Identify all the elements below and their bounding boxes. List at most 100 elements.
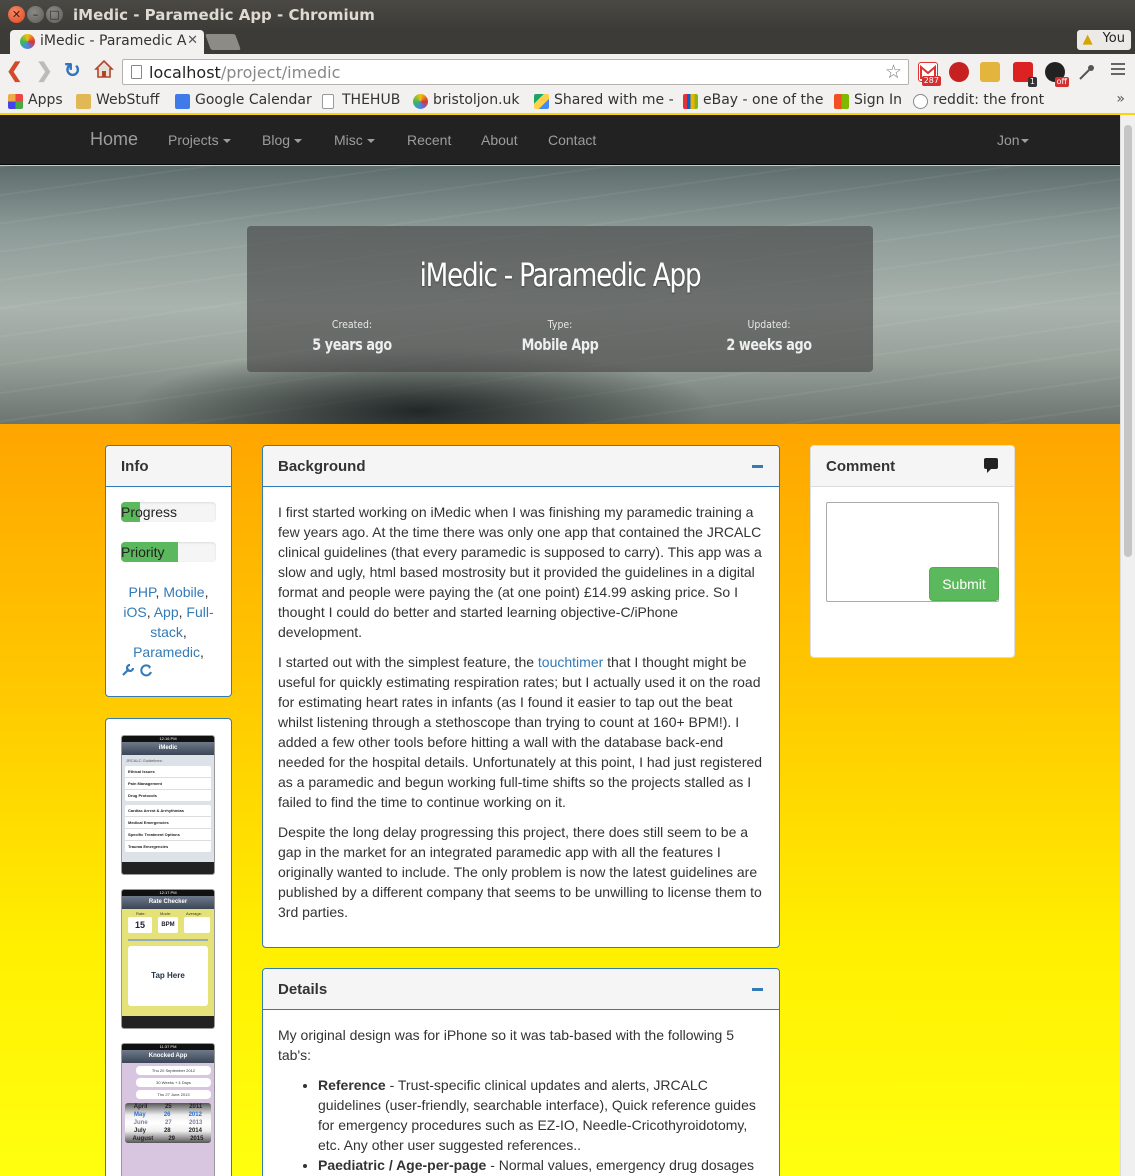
wrench-icon[interactable] [121,663,135,677]
gestation-weeks: 30 Weeks + 4 Days [136,1078,211,1087]
tag-mobile[interactable]: Mobile [163,584,204,600]
toggle-badge: 1 [1027,77,1037,87]
screen-row: Specific Treatment Options [125,829,211,841]
adblock-extension-icon[interactable] [949,62,969,82]
list-item: Paediatric / Age-per-page - Normal value… [318,1155,764,1175]
tag-ios[interactable]: iOS [123,604,146,620]
date-wheel-picker: April 25 2011 May 26 2012 June 27 2013 July 28 2… [125,1103,211,1143]
feature-description: - Normal values, emergency drug dosages [486,1157,754,1173]
collapse-icon[interactable] [752,988,763,991]
tab-close-icon[interactable]: ✕ [187,33,198,48]
comment-panel: Comment Submit [810,445,1015,658]
apps-grid-icon [8,94,23,109]
bookmark-drive[interactable]: Shared with me - [534,92,674,109]
bookmark-label: Google Calendar [195,92,312,108]
scrollbar-thumb[interactable] [1124,125,1132,557]
rate-slider [128,939,208,941]
screen-title: Knocked App [122,1050,214,1063]
details-panel: Details My original design was for iPhon… [262,968,780,1176]
wheel-month: July [133,1128,146,1134]
collapse-icon[interactable] [752,465,763,468]
screen-row: Drug Protocols [128,793,157,798]
page-icon [131,65,142,79]
screenshot-rate-checker[interactable]: 12:17 PM Rate Checker Rate: Mode: Averag… [121,889,215,1029]
details-body: My original design was for iPhone so it … [263,1010,779,1176]
comment-icon [984,458,998,473]
bookmark-google-calendar[interactable]: Google Calendar [175,92,312,109]
back-icon[interactable]: ❮ [6,60,23,82]
reload-icon[interactable]: ↻ [64,60,81,82]
info-panel-title: Info [106,446,231,487]
reddit-icon [913,94,928,109]
window-close-button[interactable]: ✕ [8,6,25,23]
wheel-month: April [133,1104,148,1110]
puzzle-extension-icon[interactable]: 1 [1013,62,1037,87]
background-body: I first started working on iMedic when I… [263,487,779,947]
edd-date: Thu 27 June 2013 [136,1090,211,1099]
screen-row: Trauma Emergencies [128,844,169,849]
submit-button[interactable]: Submit [929,567,999,601]
background-panel: Background I first started working on iM… [262,445,780,948]
tag-paramedic[interactable]: Paramedic [133,644,200,660]
nav-misc[interactable]: Misc [334,132,375,148]
caret-down-icon [222,139,231,144]
nav-about[interactable]: About [481,132,518,148]
browser-tab[interactable]: iMedic - Paramedic A ✕ [10,30,204,54]
microsoft-icon [834,94,849,109]
url-path: /project/imedic [220,63,341,82]
bookmark-sign-in[interactable]: Sign In [834,92,902,109]
gmail-extension-icon[interactable]: 287 [918,62,941,86]
rate-value: 15 [128,917,152,933]
chrome-menu-icon[interactable] [1111,63,1125,78]
new-tab-button[interactable] [205,34,241,50]
address-bar[interactable]: localhost/project/imedic ☆ [122,59,909,85]
nav-recent[interactable]: Recent [407,132,451,148]
bookmark-bristoljon[interactable]: bristoljon.uk [413,92,520,109]
created-value: 5 years ago [312,335,392,354]
ebay-icon [683,94,698,109]
nav-projects[interactable]: Projects [168,132,231,148]
forward-icon[interactable]: ❯ [36,60,53,82]
more-bookmarks-icon[interactable]: » [1116,91,1125,107]
mode-value: BPM [158,917,178,933]
nav-user-menu[interactable]: Jon [997,132,1029,148]
bookmark-webstuff[interactable]: WebStuff [76,92,160,109]
folder-icon [76,94,91,109]
download-extension-icon[interactable]: off [1045,62,1069,87]
tag-app[interactable]: App [154,604,179,620]
nav-blog[interactable]: Blog [262,132,303,148]
eyedropper-icon[interactable] [1077,62,1097,82]
package-extension-icon[interactable] [980,62,1000,82]
touchtimer-link[interactable]: touchtimer [538,654,603,670]
bookmark-ebay[interactable]: eBay - one of the [683,92,823,109]
nav-brand-home[interactable]: Home [90,129,138,150]
bookmark-thehub[interactable]: THEHUB [322,92,400,109]
refresh-icon[interactable] [139,663,153,677]
bookmarks-bar: Apps WebStuff Google Calendar THEHUB bri… [0,90,1135,114]
page-icon [322,94,334,109]
meta-updated: Updated: 2 weeks ago [664,318,874,354]
tab-feature-list: Reference - Trust-specific clinical upda… [278,1075,764,1175]
bookmark-apps[interactable]: Apps [8,92,63,109]
nav-contact[interactable]: Contact [548,132,596,148]
screenshot-knocked-app[interactable]: 11:37 PM Knocked App Thu 20 September 20… [121,1043,215,1176]
profile-button[interactable]: ▲ You [1076,30,1131,50]
calendar-icon [175,94,190,109]
window-minimize-button[interactable]: – [27,6,44,23]
window-maximize-button[interactable]: □ [46,6,63,23]
meta-created: Created: 5 years ago [247,318,457,354]
bookmark-star-icon[interactable]: ☆ [885,61,902,83]
home-icon[interactable] [94,59,114,79]
screen-row: Medical Emergencies [125,817,211,829]
page-scrollbar[interactable] [1120,115,1135,1176]
tab-strip: iMedic - Paramedic A ✕ ▲ You [0,30,1135,54]
bookmark-label: WebStuff [96,92,160,108]
mode-label: Mode: [160,911,172,916]
wheel-year: 2015 [190,1136,204,1142]
bookmark-label: Sign In [854,92,902,108]
screen-row: Pain Management [125,778,211,790]
tag-php[interactable]: PHP [129,584,156,600]
bookmark-reddit[interactable]: reddit: the front [913,92,1044,109]
created-label: Created: [331,318,373,331]
screenshot-imedic[interactable]: 12:16 PM iMedic JRCALC Guidelines: Ethic… [121,735,215,875]
